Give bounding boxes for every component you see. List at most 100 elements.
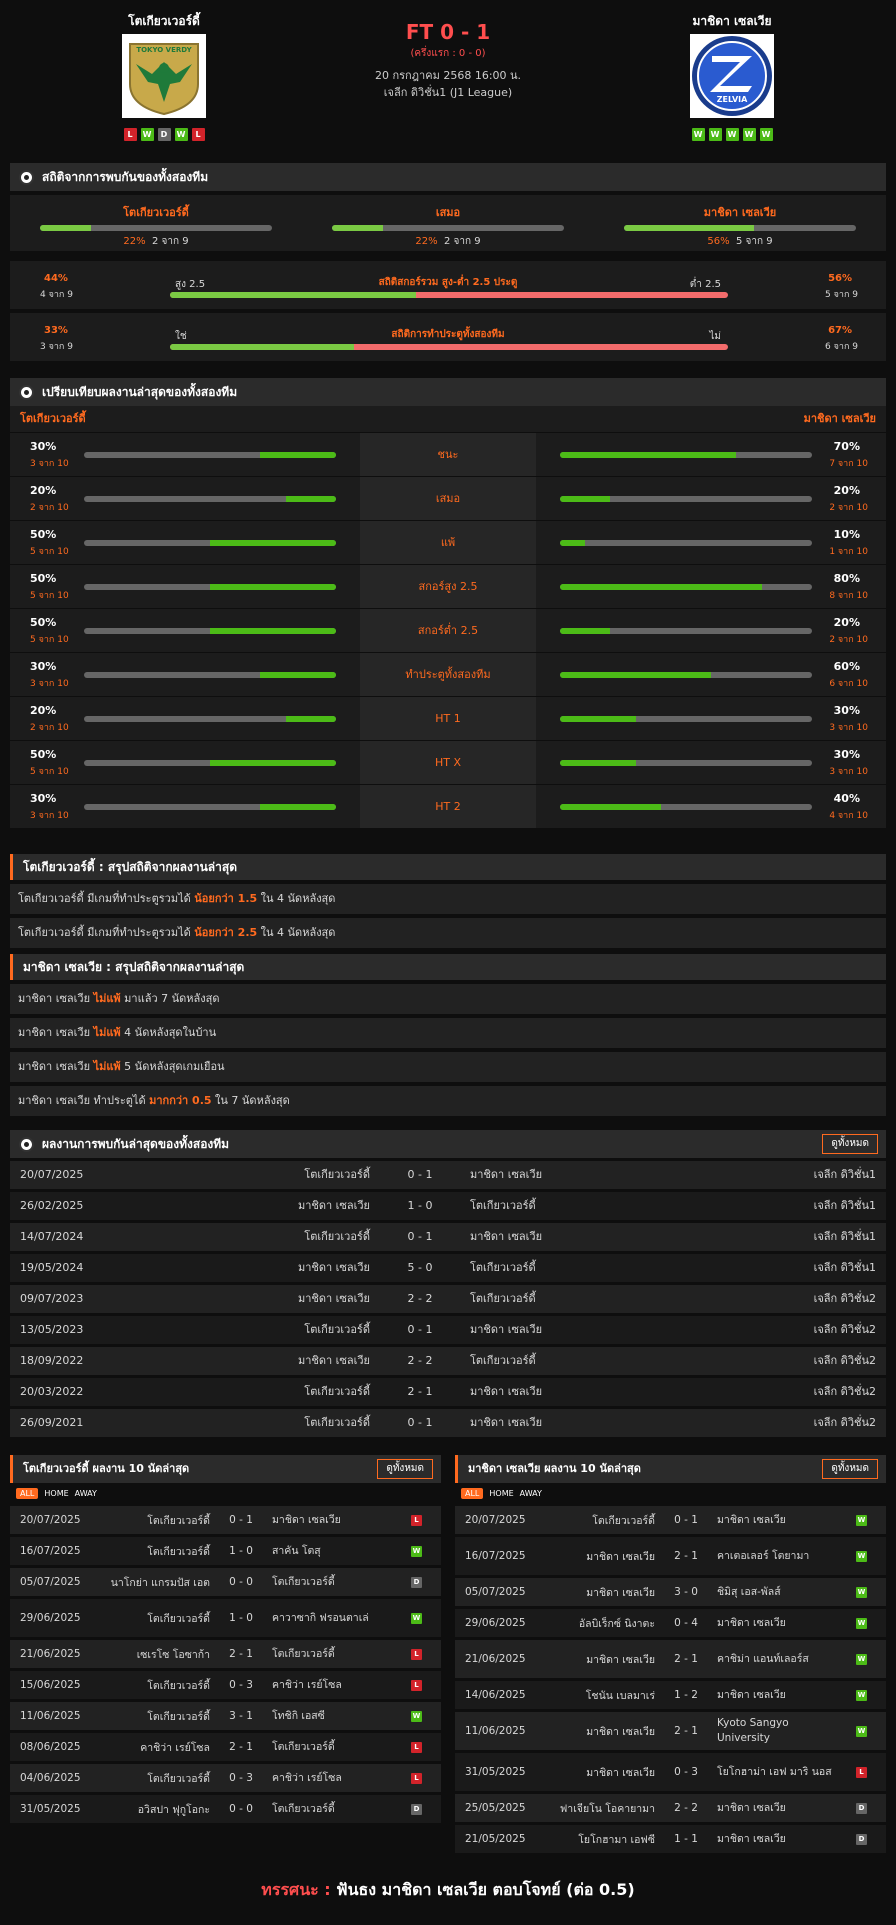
summary-row: มาชิดา เซลเวีย ไม่แพ้ 5 นัดหลังสุดเกมเยื… bbox=[10, 1052, 886, 1082]
h2h-count: 5 จาก 9 bbox=[735, 236, 773, 247]
summary-highlight: น้อยกว่า 1.5 bbox=[194, 892, 258, 905]
score-cell: 1 - 0 bbox=[229, 1612, 253, 1624]
compare-home-bar bbox=[285, 496, 336, 502]
uo-left-pct: 44% bbox=[44, 273, 68, 284]
compare-row: 50% 5 จาก 10 แพ้ 10% 1 จาก 10 bbox=[10, 520, 886, 564]
view-all-button[interactable]: ดูทั้งหมด bbox=[822, 1459, 878, 1479]
match-date: 29/06/2025 bbox=[465, 1617, 526, 1629]
table-row[interactable]: 14/06/2025 โชนัน เบลมาเร่ 1 - 2 มาชิดา เซลเ… bbox=[455, 1681, 886, 1709]
form-badge: W bbox=[725, 128, 739, 141]
compare-row: 20% 2 จาก 10 เสมอ 20% 2 จาก 10 bbox=[10, 476, 886, 520]
compare-home-bar bbox=[285, 716, 336, 722]
score-cell: 0 - 0 bbox=[229, 1803, 253, 1815]
view-all-button[interactable]: ดูทั้งหมด bbox=[377, 1459, 433, 1479]
table-row[interactable]: 25/05/2025 ฟาเจียโน โอคายามา 2 - 2 มาชิดา เ… bbox=[455, 1794, 886, 1822]
compare-away-cell: 30% 3 จาก 10 bbox=[536, 697, 886, 740]
compare-home-count: 5 จาก 10 bbox=[30, 547, 69, 557]
filter-away[interactable]: AWAY bbox=[520, 1489, 542, 1498]
table-row[interactable]: 14/07/2024 โตเกียวเวอร์ดี้ 0 - 1 มาชิดา เซล… bbox=[10, 1223, 886, 1251]
table-row[interactable]: 20/03/2022 โตเกียวเวอร์ดี้ 2 - 1 มาชิดา เซล… bbox=[10, 1378, 886, 1406]
compare-away-pct: 20% bbox=[833, 616, 860, 629]
table-row[interactable]: 20/07/2025 โตเกียวเวอร์ดี้ 0 - 1 มาชิดา เซล… bbox=[455, 1506, 886, 1534]
summary-text: มาชิดา เซลเวีย bbox=[18, 992, 94, 1005]
summary-text: ใน 4 นัดหลังสุด bbox=[257, 926, 336, 939]
table-row[interactable]: 08/06/2025 คาชิว่า เรย์โซล 2 - 1 โตเกียวเวอ… bbox=[10, 1733, 441, 1761]
home-team-cell: มาชิดา เซลเวีย bbox=[297, 1261, 370, 1274]
btts-right-label: ไม่ bbox=[709, 331, 721, 342]
table-row[interactable]: 04/06/2025 โตเกียวเวอร์ดี้ 0 - 3 คาชิว่า เร… bbox=[10, 1764, 441, 1792]
verdict: ทรรศนะ : ฟันธง มาชิดา เซลเวีย ตอบโจทย์ (… bbox=[0, 1878, 896, 1903]
table-row[interactable]: 18/09/2022 มาชิดา เซลเวีย 2 - 2 โตเกียวเวอร… bbox=[10, 1347, 886, 1375]
table-row[interactable]: 11/06/2025 มาชิดา เซลเวีย 2 - 1 Kyoto Sangy… bbox=[455, 1712, 886, 1750]
compare-away-count: 4 จาก 10 bbox=[829, 811, 868, 821]
away-team-cell: คาเตอเลอร์ โตยามา bbox=[717, 1549, 810, 1562]
away-last10-table: 20/07/2025 โตเกียวเวอร์ดี้ 0 - 1 มาชิดา เซล… bbox=[455, 1506, 886, 1853]
table-row[interactable]: 09/07/2023 มาชิดา เซลเวีย 2 - 2 โตเกียวเวอร… bbox=[10, 1285, 886, 1313]
uo-right-pct: 56% bbox=[828, 273, 852, 284]
table-row[interactable]: 26/09/2021 โตเกียวเวอร์ดี้ 0 - 1 มาชิดา เซล… bbox=[10, 1409, 886, 1437]
away-summary-section: มาชิดา เซลเวีย : สรุปสถิติจากผลงานล่าสุด… bbox=[10, 954, 886, 1116]
home-team-cell: มาชิดา เซลเวีย bbox=[297, 1199, 370, 1212]
league-cell: เจลีก ดิวิชั่น2 bbox=[813, 1292, 876, 1305]
table-row[interactable]: 20/07/2025 โตเกียวเวอร์ดี้ 0 - 1 มาชิดา เซล… bbox=[10, 1161, 886, 1189]
h2h-home-wins: โตเกียวเวอร์ดี้ 22% 2 จาก 9 bbox=[10, 195, 302, 251]
table-row[interactable]: 05/07/2025 นาโกย่า แกรมปัส เอต 0 - 0 โตเกีย… bbox=[10, 1568, 441, 1596]
away-team[interactable]: มาชิดา เซลเวีย ZELVIA W W W W W bbox=[632, 12, 832, 141]
table-row[interactable]: 16/07/2025 โตเกียวเวอร์ดี้ 1 - 0 สาคัน โตสุ… bbox=[10, 1537, 441, 1565]
filter-home[interactable]: HOME bbox=[44, 1489, 68, 1498]
compare-home-count: 2 จาก 10 bbox=[30, 503, 69, 513]
filter-tabs: ALL HOME AWAY bbox=[10, 1483, 441, 1503]
form-badge: L bbox=[123, 128, 137, 141]
filter-away[interactable]: AWAY bbox=[75, 1489, 97, 1498]
verdict-text: ฟันธง มาชิดา เซลเวีย ตอบโจทย์ (ต่อ 0.5) bbox=[336, 1880, 635, 1899]
away-team-cell: โยโกฮาม่า เอฟ มาริ นอส bbox=[717, 1765, 832, 1778]
table-row[interactable]: 31/05/2025 มาชิดา เซลเวีย 0 - 3 โยโกฮาม่า เ… bbox=[455, 1753, 886, 1791]
h2h-pct: 56% bbox=[707, 236, 730, 247]
match-date: 14/07/2024 bbox=[20, 1230, 84, 1243]
compare-away-count: 8 จาก 10 bbox=[829, 591, 868, 601]
league-cell: เจลีก ดิวิชั่น2 bbox=[813, 1354, 876, 1367]
table-row[interactable]: 16/07/2025 มาชิดา เซลเวีย 2 - 1 คาเตอเลอร์ … bbox=[455, 1537, 886, 1575]
result-badge: L bbox=[411, 1741, 422, 1753]
table-row[interactable]: 29/06/2025 อัลบิเร็กซ์ นิงาตะ 0 - 4 มาชิดา … bbox=[455, 1609, 886, 1637]
summary-highlight: มากกว่า 0.5 bbox=[149, 1094, 212, 1107]
home-form: L W D W L bbox=[64, 128, 264, 141]
home-team[interactable]: โตเกียวเวอร์ดี้ TOKYO VERDY L W D W L bbox=[64, 12, 264, 141]
compare-away-pct: 40% bbox=[833, 792, 860, 805]
compare-label: สกอร์สูง 2.5 bbox=[360, 565, 536, 608]
table-row[interactable]: 13/05/2023 โตเกียวเวอร์ดี้ 0 - 1 มาชิดา เซล… bbox=[10, 1316, 886, 1344]
uo-left-label: สูง 2.5 bbox=[175, 279, 206, 290]
compare-home-cell: 20% 2 จาก 10 bbox=[10, 477, 360, 520]
table-row[interactable]: 20/07/2025 โตเกียวเวอร์ดี้ 0 - 1 มาชิดา เซล… bbox=[10, 1506, 441, 1534]
home-team-cell: โตเกียวเวอร์ดี้ bbox=[304, 1323, 370, 1336]
table-row[interactable]: 15/06/2025 โตเกียวเวอร์ดี้ 0 - 3 คาชิว่า เร… bbox=[10, 1671, 441, 1699]
match-date: 08/06/2025 bbox=[20, 1741, 81, 1753]
table-row[interactable]: 21/06/2025 มาชิดา เซลเวีย 2 - 1 คาชิม่า แอน… bbox=[455, 1640, 886, 1678]
away-team-cell: โตเกียวเวอร์ดี้ bbox=[272, 1647, 335, 1660]
filter-all[interactable]: ALL bbox=[461, 1487, 484, 1499]
filter-home[interactable]: HOME bbox=[489, 1489, 513, 1498]
table-row[interactable]: 19/05/2024 มาชิดา เซลเวีย 5 - 0 โตเกียวเวอร… bbox=[10, 1254, 886, 1282]
filter-all[interactable]: ALL bbox=[16, 1487, 39, 1499]
verdict-label: ทรรศนะ : bbox=[261, 1880, 331, 1899]
away-team-cell: มาชิดา เซลเวีย bbox=[470, 1230, 543, 1243]
table-row[interactable]: 05/07/2025 มาชิดา เซลเวีย 3 - 0 ชิมิสุ เอส-… bbox=[455, 1578, 886, 1606]
table-row[interactable]: 31/05/2025 อวิสปา ฟุกูโอกะ 0 - 0 โตเกียวเวอ… bbox=[10, 1795, 441, 1823]
table-row[interactable]: 21/05/2025 โยโกฮามา เอฟซี 1 - 1 มาชิดา เซลเ… bbox=[455, 1825, 886, 1853]
match-date: 31/05/2025 bbox=[465, 1766, 526, 1778]
table-row[interactable]: 11/06/2025 โตเกียวเวอร์ดี้ 3 - 1 โทชิกิ เอส… bbox=[10, 1702, 441, 1730]
home-team-cell: โตเกียวเวอร์ดี้ bbox=[304, 1230, 370, 1243]
btts-left-count: 3 จาก 9 bbox=[40, 342, 73, 352]
table-row[interactable]: 26/02/2025 มาชิดา เซลเวีย 1 - 0 โตเกียวเวอร… bbox=[10, 1192, 886, 1220]
football-icon bbox=[19, 385, 34, 400]
compare-away-pct: 70% bbox=[833, 440, 860, 453]
score-cell: 3 - 0 bbox=[674, 1586, 698, 1598]
view-all-button[interactable]: ดูทั้งหมด bbox=[822, 1134, 878, 1154]
table-row[interactable]: 29/06/2025 โตเกียวเวอร์ดี้ 1 - 0 คาวาซากิ ฟ… bbox=[10, 1599, 441, 1637]
score-cell: 0 - 1 bbox=[407, 1323, 433, 1336]
score-cell: 1 - 2 bbox=[674, 1689, 698, 1701]
home-team-cell: อัลบิเร็กซ์ นิงาตะ bbox=[578, 1617, 655, 1630]
compare-home-count: 5 จาก 10 bbox=[30, 591, 69, 601]
table-row[interactable]: 21/06/2025 เซเรโซ โอซาก้า 2 - 1 โตเกียวเวอร… bbox=[10, 1640, 441, 1668]
h2h-bar-fill bbox=[624, 225, 754, 231]
